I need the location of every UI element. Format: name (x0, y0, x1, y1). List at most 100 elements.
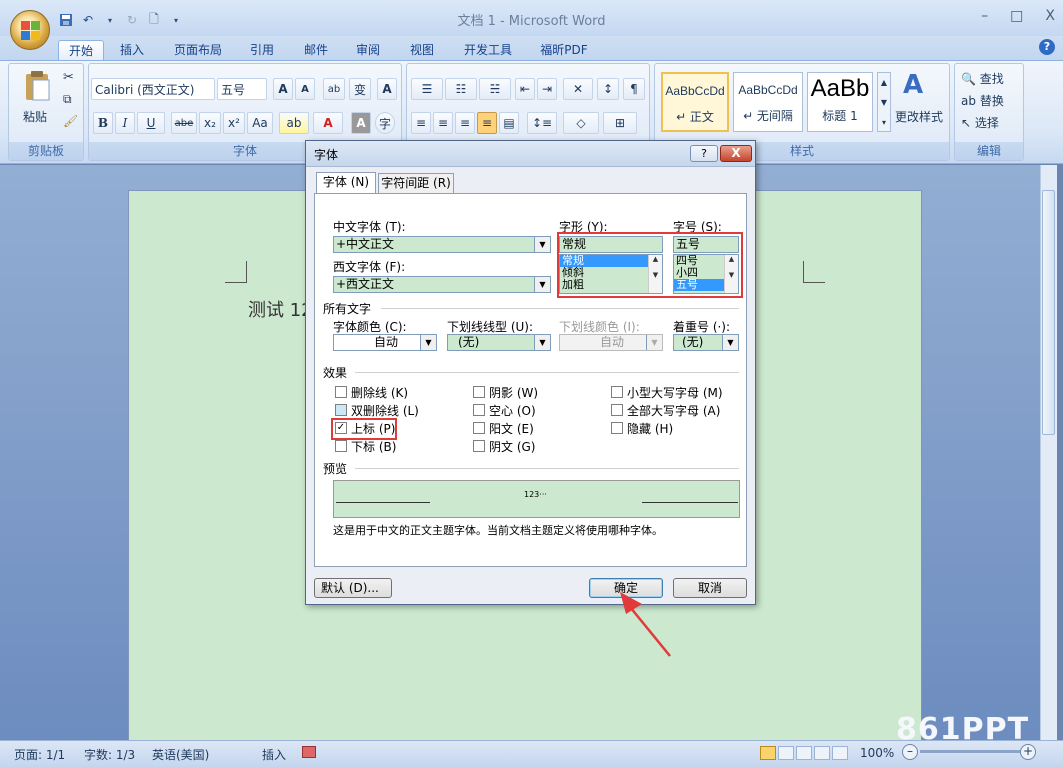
office-button[interactable] (10, 10, 50, 50)
styles-scroll[interactable]: ▲ ▼ ▾ (877, 72, 891, 132)
show-marks-icon[interactable]: ¶ (623, 78, 645, 100)
outline-checkbox[interactable] (473, 404, 485, 416)
double-strikethrough-label[interactable]: 双删除线 (L) (351, 402, 419, 419)
macro-record-icon[interactable] (302, 746, 316, 758)
align-center-icon[interactable]: ≡ (433, 112, 453, 134)
minimize-button[interactable]: – (981, 8, 988, 24)
dialog-title-bar[interactable]: 字体 ? X (306, 141, 755, 167)
replace-button[interactable]: ab 替换 (961, 92, 1004, 109)
enclose-char-icon[interactable]: 字 (375, 112, 395, 134)
clear-format-icon[interactable]: ab (323, 78, 345, 100)
select-button[interactable]: ↖ 选择 (961, 114, 999, 131)
underline-button[interactable]: U (137, 112, 165, 134)
char-shading-icon[interactable]: A (351, 112, 371, 134)
tab-font[interactable]: 字体 (N) (316, 172, 376, 194)
reading-layout-icon[interactable] (778, 746, 794, 760)
maximize-button[interactable]: □ (1010, 8, 1023, 24)
align-left-icon[interactable]: ≡ (411, 112, 431, 134)
highlight-icon[interactable]: ab (279, 112, 309, 134)
hidden-label[interactable]: 隐藏 (H) (627, 420, 673, 437)
tab-page-layout[interactable]: 页面布局 (166, 40, 230, 60)
style-normal[interactable]: AaBbCcDd ↵ 正文 (661, 72, 729, 132)
tab-character-spacing[interactable]: 字符间距 (R) (378, 173, 454, 193)
chinese-layout-icon[interactable]: ✕ (563, 78, 593, 100)
decrease-indent-icon[interactable]: ⇤ (515, 78, 535, 100)
font-color-select[interactable]: 自动 ▼ (333, 334, 437, 351)
line-spacing-icon[interactable]: ↕≡ (527, 112, 557, 134)
tab-home[interactable]: 开始 (58, 40, 104, 60)
insert-mode[interactable]: 插入 (262, 746, 286, 763)
strikethrough-button[interactable]: abe (171, 112, 197, 134)
font-size-select[interactable]: 五号 (217, 78, 267, 100)
increase-indent-icon[interactable]: ⇥ (537, 78, 557, 100)
document-text[interactable]: 测试 12 (248, 296, 313, 322)
subscript-button[interactable]: x₂ (199, 112, 221, 134)
all-caps-label[interactable]: 全部大写字母 (A) (627, 402, 720, 419)
dialog-help-button[interactable]: ? (690, 145, 718, 162)
all-caps-checkbox[interactable] (611, 404, 623, 416)
style-heading-1[interactable]: AaBb 标题 1 (807, 72, 873, 132)
tab-foxit-pdf[interactable]: 福昕PDF (532, 40, 596, 60)
shrink-font-icon[interactable]: A (295, 78, 315, 100)
distributed-icon[interactable]: ▤ (499, 112, 519, 134)
numbering-icon[interactable]: ☷ (445, 78, 477, 100)
superscript-button[interactable]: x² (223, 112, 245, 134)
shadow-label[interactable]: 阴影 (W) (489, 384, 538, 401)
shadow-checkbox[interactable] (473, 386, 485, 398)
tab-references[interactable]: 引用 (242, 40, 282, 60)
cancel-button[interactable]: 取消 (673, 578, 747, 598)
small-caps-checkbox[interactable] (611, 386, 623, 398)
italic-button[interactable]: I (115, 112, 135, 134)
format-painter-icon[interactable]: 🖌 (63, 114, 78, 128)
engrave-label[interactable]: 阴文 (G) (489, 438, 535, 455)
small-caps-label[interactable]: 小型大写字母 (M) (627, 384, 723, 401)
tab-mailings[interactable]: 邮件 (296, 40, 336, 60)
change-styles-icon[interactable]: A (903, 70, 933, 100)
font-name-select[interactable]: Calibri (西文正文) (91, 78, 215, 100)
strikethrough-checkbox[interactable] (335, 386, 347, 398)
help-icon[interactable]: ? (1039, 39, 1055, 55)
outline-label[interactable]: 空心 (O) (489, 402, 536, 419)
copy-icon[interactable]: ⧉ (63, 92, 72, 107)
draft-view-icon[interactable] (832, 746, 848, 760)
find-button[interactable]: 🔍 查找 (961, 70, 1004, 87)
subscript-checkbox[interactable] (335, 440, 347, 452)
cut-icon[interactable]: ✂ (63, 70, 74, 85)
bullets-icon[interactable]: ☰ (411, 78, 443, 100)
word-count[interactable]: 字数: 1/3 (84, 746, 135, 763)
char-border-icon[interactable]: A (377, 78, 397, 100)
emboss-checkbox[interactable] (473, 422, 485, 434)
change-styles-label[interactable]: 更改样式 (895, 108, 943, 125)
double-strikethrough-checkbox[interactable] (335, 404, 347, 416)
borders-icon[interactable]: ⊞ (603, 112, 637, 134)
default-button[interactable]: 默认 (D)... (314, 578, 392, 598)
tab-insert[interactable]: 插入 (112, 40, 152, 60)
grow-font-icon[interactable]: A (273, 78, 293, 100)
close-window-button[interactable]: X (1045, 8, 1055, 24)
paste-icon[interactable] (23, 70, 51, 102)
web-layout-icon[interactable] (796, 746, 812, 760)
sort-icon[interactable]: ↕ (597, 78, 619, 100)
bold-button[interactable]: B (93, 112, 113, 134)
zoom-level[interactable]: 100% (860, 746, 894, 760)
justify-icon[interactable]: ≡ (477, 112, 497, 134)
phonetic-guide-icon[interactable]: 变 (349, 78, 371, 100)
strikethrough-label[interactable]: 删除线 (K) (351, 384, 408, 401)
style-no-spacing[interactable]: AaBbCcDd ↵ 无间隔 (733, 72, 803, 132)
page-count[interactable]: 页面: 1/1 (14, 746, 65, 763)
emphasis-select[interactable]: (无) ▼ (673, 334, 739, 351)
shading-icon[interactable]: ◇ (563, 112, 599, 134)
scrollbar-thumb[interactable] (1042, 190, 1055, 435)
language-indicator[interactable]: 英语(美国) (152, 746, 209, 763)
align-right-icon[interactable]: ≡ (455, 112, 475, 134)
zoom-slider[interactable] (920, 750, 1020, 753)
change-case-button[interactable]: Aa (247, 112, 273, 134)
subscript-label[interactable]: 下标 (B) (351, 438, 396, 455)
en-font-select[interactable]: +西文正文 ▼ (333, 276, 551, 293)
outline-view-icon[interactable] (814, 746, 830, 760)
dialog-close-button[interactable]: X (720, 145, 752, 162)
print-layout-icon[interactable] (760, 746, 776, 760)
emboss-label[interactable]: 阳文 (E) (489, 420, 534, 437)
multilevel-list-icon[interactable]: ☵ (479, 78, 511, 100)
font-color-icon[interactable]: A (313, 112, 343, 134)
